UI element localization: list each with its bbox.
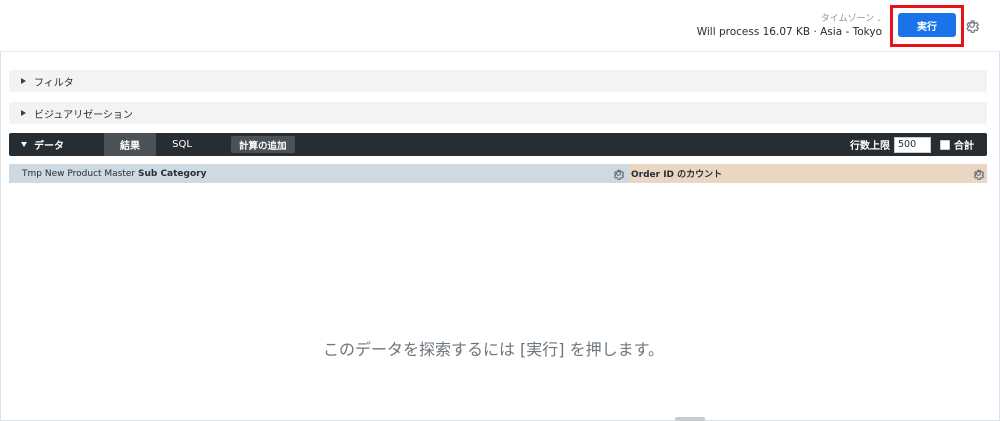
caret-right-icon (21, 78, 26, 84)
process-size-text: Will process 16.07 KB · Asia - Tokyo (696, 26, 882, 38)
filter-section-toggle[interactable]: フィルタ (9, 70, 987, 92)
totals-label: 合計 (954, 141, 974, 152)
explore-header: タイムゾーン ⌄ Will process 16.07 KB · Asia - T… (0, 0, 1000, 52)
timezone-info: タイムゾーン ⌄ Will process 16.07 KB · Asia - T… (697, 14, 882, 39)
measure-field-name: Order ID のカウント (631, 170, 723, 180)
add-calculation-button[interactable]: 計算の追加 (231, 136, 295, 153)
dimension-column-header[interactable]: Tmp New Product Master Sub Category (9, 164, 629, 183)
gear-icon[interactable] (612, 167, 625, 180)
data-section-bar: データ 結果 SQL 計算の追加 行数上限 合計 (9, 133, 987, 156)
row-limit-label: 行数上限 (850, 141, 890, 152)
visualization-label: ビジュアリゼーション (34, 109, 133, 121)
empty-results-message: このデータを探索するには [実行] を押します。 (322, 340, 665, 359)
dimension-view-name: Tmp New Product Master (22, 168, 136, 179)
dimension-field-name: Sub Category (137, 168, 207, 179)
totals-checkbox[interactable] (940, 139, 950, 150)
data-section-label[interactable]: データ (34, 137, 104, 152)
caret-down-icon[interactable] (21, 142, 27, 147)
chevron-down-icon: ⌄ (876, 15, 882, 23)
tab-results[interactable]: 結果 (104, 133, 156, 156)
filter-label: フィルタ (34, 77, 74, 89)
gear-icon[interactable] (964, 17, 980, 33)
gear-icon[interactable] (972, 167, 985, 180)
row-limit-input[interactable] (894, 136, 931, 153)
timezone-selector[interactable]: タイムゾーン ⌄ (697, 14, 882, 25)
tab-sql[interactable]: SQL (156, 139, 208, 150)
timezone-label: タイムゾーン (820, 14, 875, 24)
measure-column-header[interactable]: Order ID のカウント (629, 164, 987, 183)
run-button[interactable]: 実行 (898, 13, 956, 37)
caret-right-icon (21, 110, 26, 116)
visualization-section-toggle[interactable]: ビジュアリゼーション (9, 102, 987, 124)
scrollbar-handle[interactable] (675, 417, 705, 421)
